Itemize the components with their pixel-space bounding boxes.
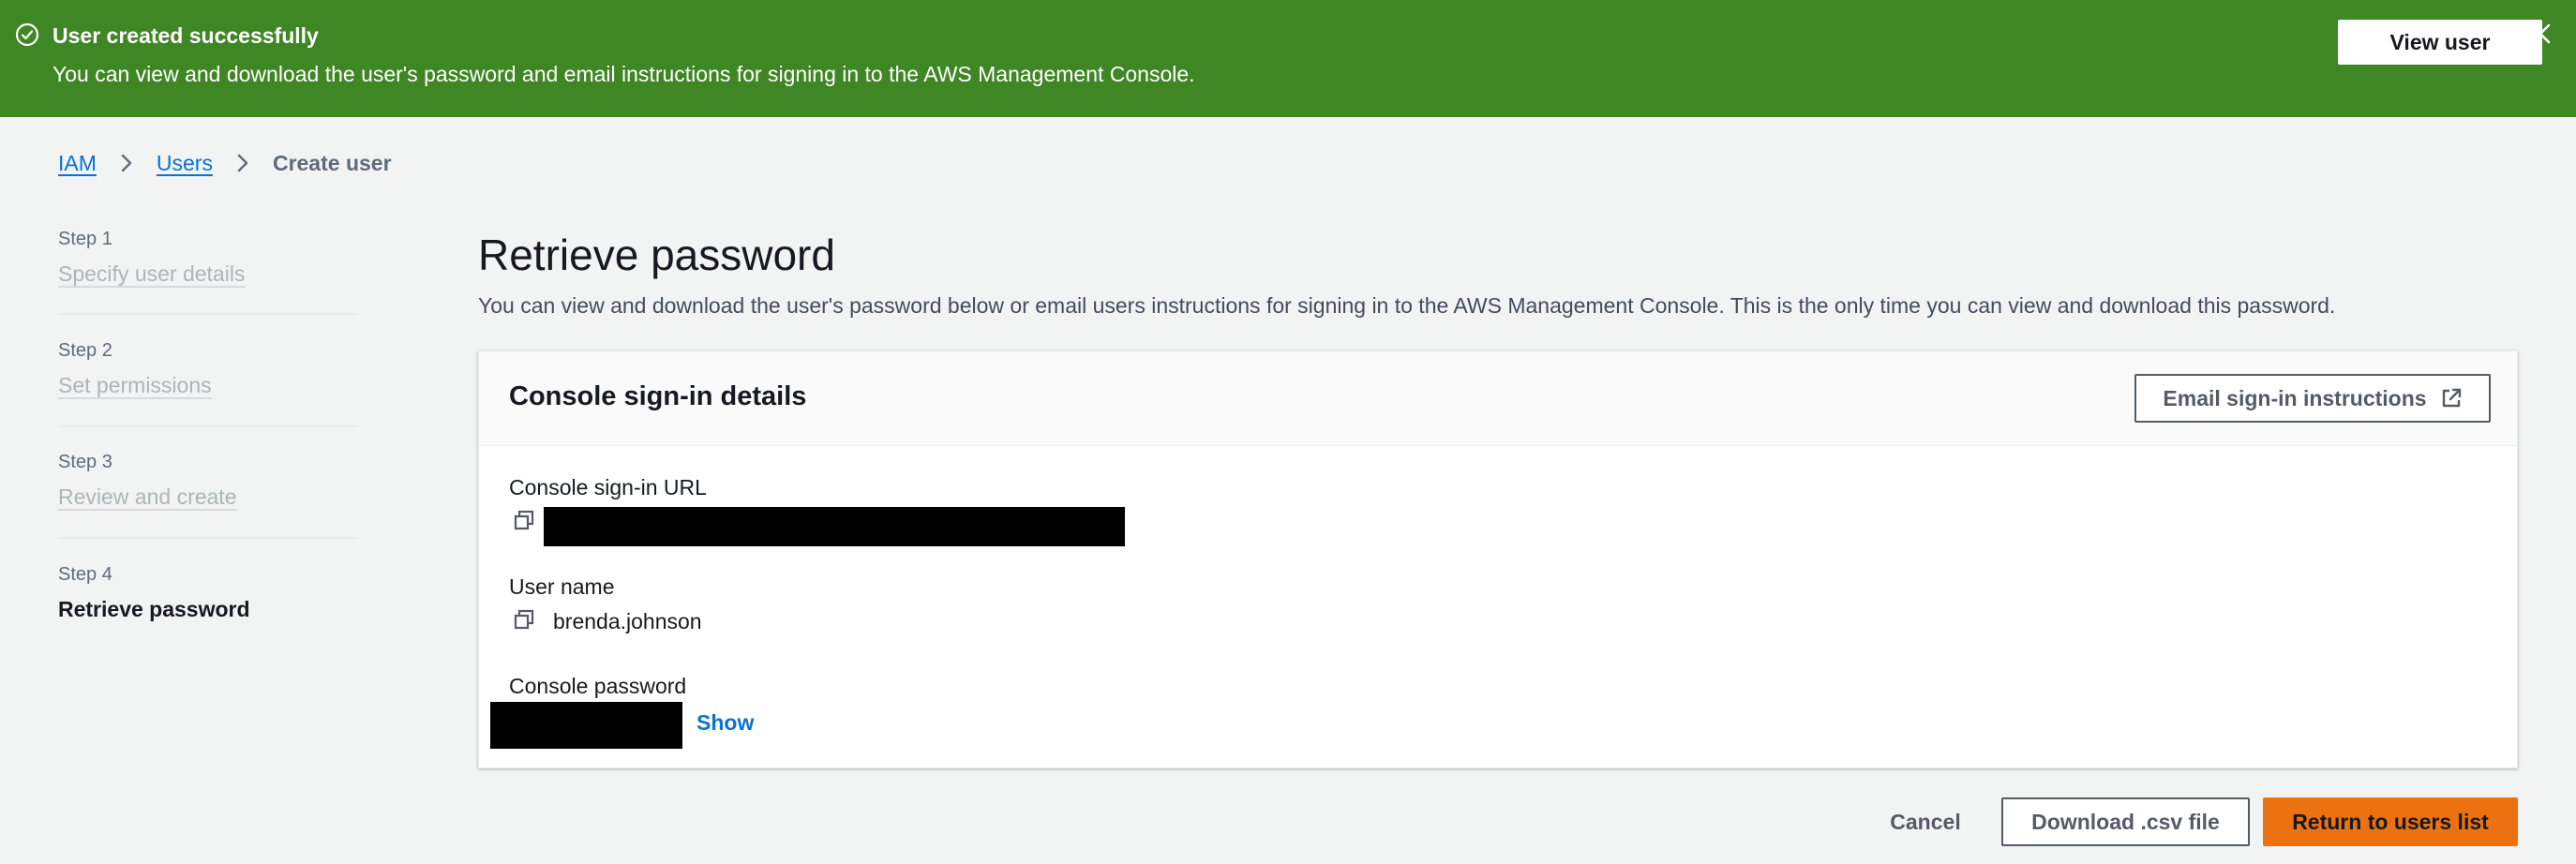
cancel-button[interactable]: Cancel — [1880, 804, 1970, 840]
step-link-review-and-create[interactable]: Review and create — [58, 483, 237, 511]
breadcrumb-current: Create user — [272, 150, 392, 175]
step-divider — [58, 313, 358, 315]
step-current-retrieve-password: Retrieve password — [58, 597, 250, 621]
external-link-icon — [2442, 388, 2461, 408]
breadcrumb-users-link[interactable]: Users — [157, 151, 213, 176]
step-number: Step 2 — [58, 340, 112, 361]
flash-title: User created successfully — [52, 23, 319, 48]
step-number: Step 4 — [58, 564, 112, 585]
card-title: Console sign-in details — [509, 381, 807, 411]
card-header: Console sign-in details Email sign-in in… — [479, 351, 2517, 446]
copy-icon[interactable] — [513, 509, 535, 531]
step-number: Step 1 — [58, 229, 112, 249]
step-link-specify-user-details[interactable]: Specify user details — [58, 260, 245, 288]
step-divider — [58, 537, 358, 539]
page-description: You can view and download the user's pas… — [478, 293, 2336, 318]
wizard-step-2: Step 2 Set permissions — [58, 339, 212, 399]
wizard-step-1: Step 1 Specify user details — [58, 228, 245, 288]
console-sign-in-details-card: Console sign-in details Email sign-in in… — [478, 350, 2518, 768]
step-link-set-permissions[interactable]: Set permissions — [58, 371, 212, 399]
email-button-label: Email sign-in instructions — [2163, 385, 2427, 410]
chevron-right-icon — [237, 154, 248, 172]
username-value: brenda.johnson — [553, 609, 702, 633]
console-url-label: Console sign-in URL — [509, 475, 707, 499]
redacted-password — [490, 702, 682, 749]
email-sign-in-instructions-button[interactable]: Email sign-in instructions — [2134, 374, 2491, 423]
chevron-right-icon — [121, 154, 132, 172]
view-user-button[interactable]: View user — [2338, 20, 2542, 65]
step-number: Step 3 — [58, 452, 112, 472]
step-divider — [58, 425, 358, 427]
download-csv-button[interactable]: Download .csv file — [2001, 797, 2250, 846]
redacted-console-url — [544, 507, 1125, 546]
username-label: User name — [509, 574, 615, 599]
wizard-step-3: Step 3 Review and create — [58, 451, 237, 511]
show-password-link[interactable]: Show — [696, 709, 754, 736]
breadcrumb: IAM Users Create user — [58, 148, 392, 178]
breadcrumb-iam-link[interactable]: IAM — [58, 151, 97, 176]
success-flash-banner: User created successfully You can view a… — [0, 0, 2576, 117]
return-to-users-list-button[interactable]: Return to users list — [2263, 797, 2518, 846]
close-icon[interactable] — [2527, 21, 2554, 47]
check-circle-icon — [15, 22, 39, 47]
flash-message: You can view and download the user's pas… — [52, 62, 1195, 86]
wizard-step-4: Step 4 Retrieve password — [58, 563, 250, 623]
console-password-label: Console password — [509, 674, 687, 698]
copy-icon[interactable] — [513, 608, 535, 631]
page-title: Retrieve password — [478, 231, 835, 279]
